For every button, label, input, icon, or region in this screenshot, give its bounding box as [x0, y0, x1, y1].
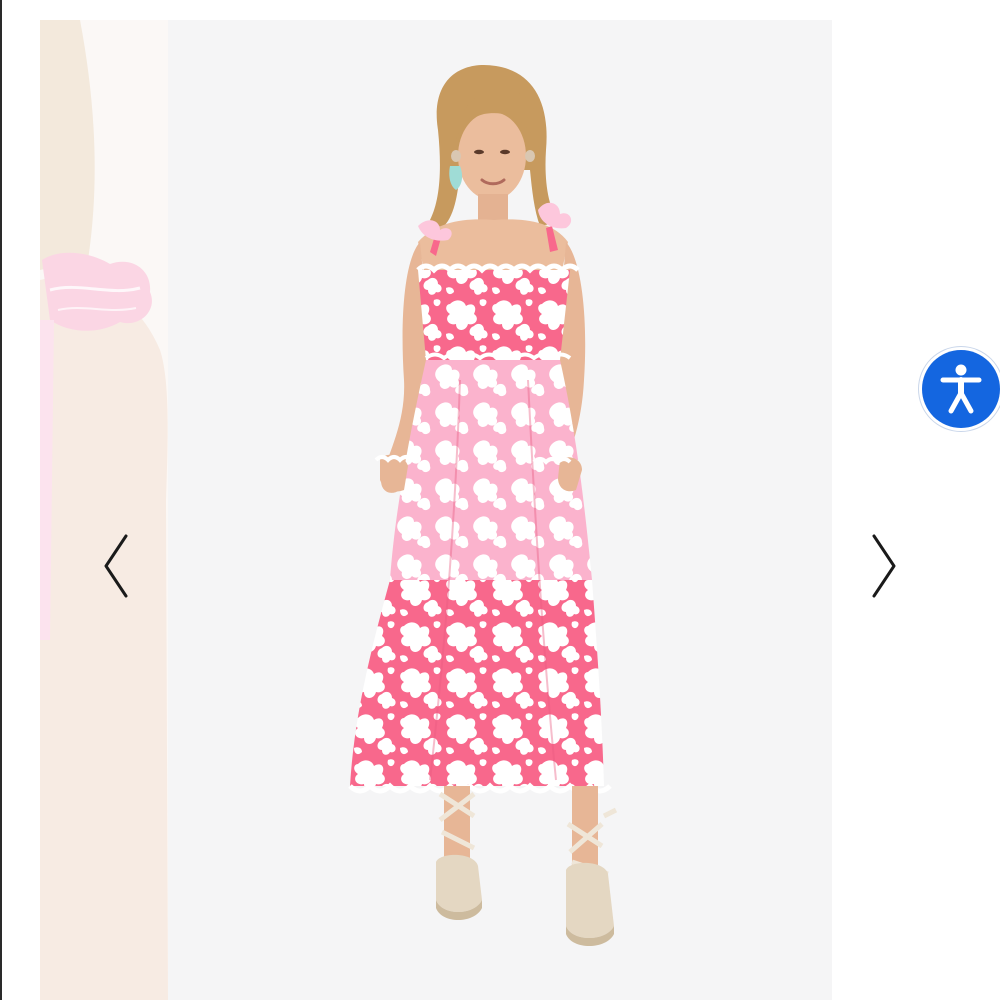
model-wearing-pink-floral-midi-dress — [168, 20, 832, 1000]
window-edge-divider — [0, 0, 2, 1000]
accessibility-menu-button[interactable] — [922, 350, 1000, 428]
chevron-right-icon — [872, 534, 896, 598]
carousel-next-button[interactable] — [862, 526, 906, 606]
product-gallery-viewport — [0, 0, 1000, 1000]
previous-slide-image[interactable] — [40, 20, 168, 1000]
main-product-image[interactable] — [168, 20, 832, 1000]
chevron-left-icon — [104, 534, 128, 598]
carousel-prev-button[interactable] — [94, 526, 138, 606]
previous-slide-photo — [40, 20, 168, 1000]
accessibility-person-icon — [940, 364, 982, 414]
